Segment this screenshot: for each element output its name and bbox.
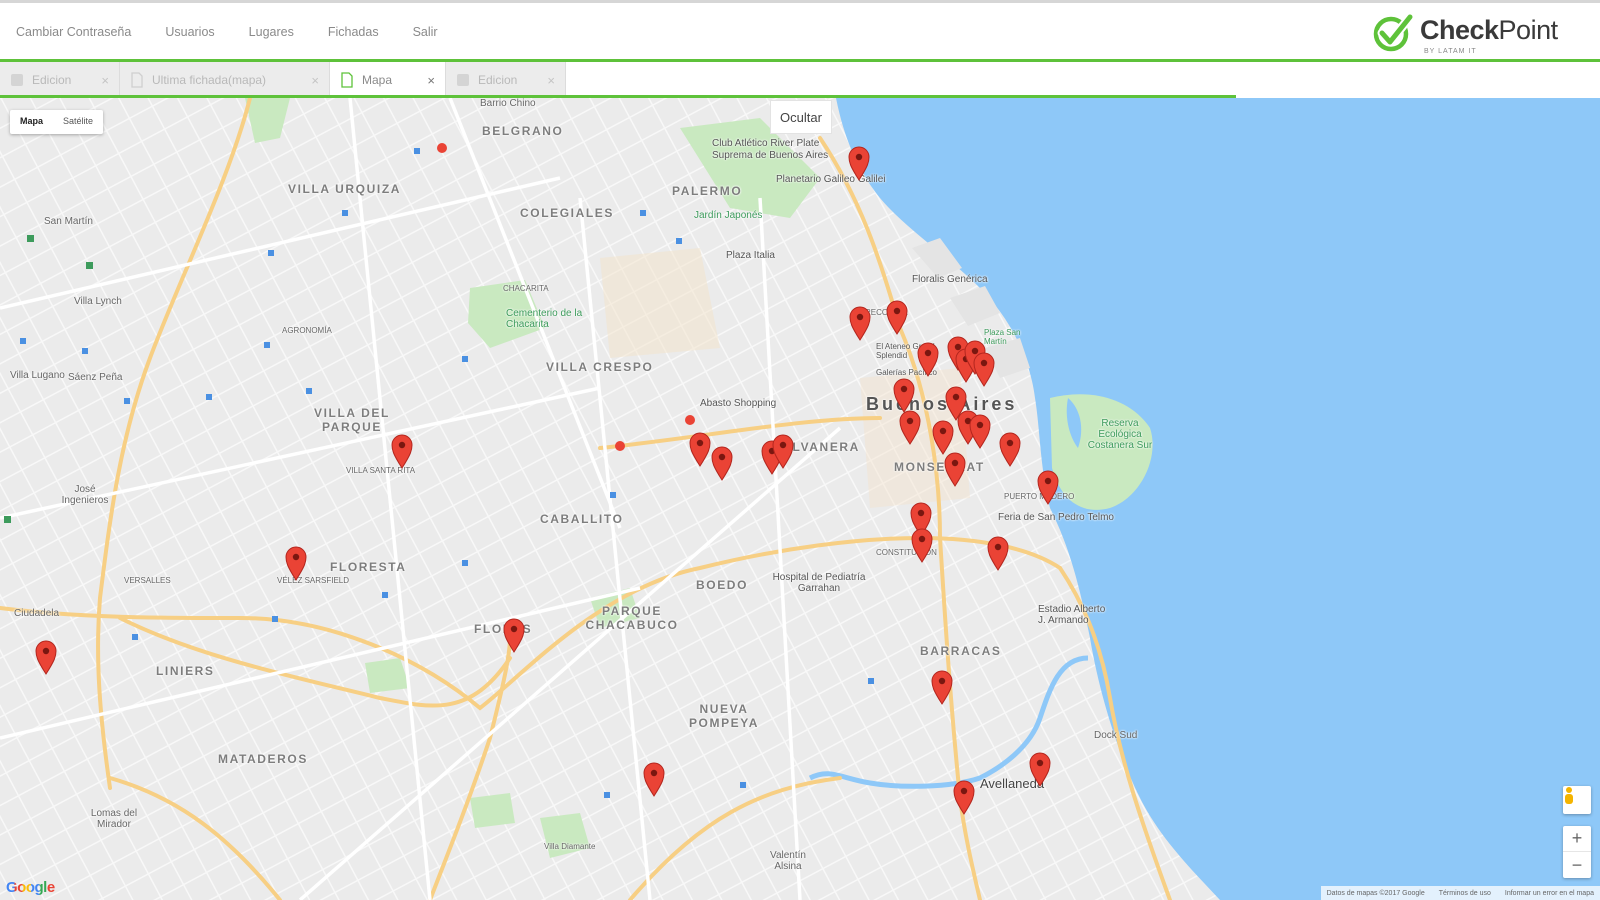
map-canvas[interactable]: Barrio Chino BELGRANO VILLA URQUIZA COLE… (0, 98, 1600, 900)
map-marker-pin (931, 670, 953, 705)
tab-mapa[interactable]: Mapa × (330, 62, 446, 98)
map-type-satellite-button[interactable]: Satélite (53, 110, 103, 134)
hide-button[interactable]: Ocultar (770, 100, 832, 134)
tab-edicion-2[interactable]: Edicion × (446, 62, 566, 98)
google-logo: Google (6, 879, 55, 896)
tab-edicion-1[interactable]: Edicion × (0, 62, 120, 98)
pencil-icon (457, 74, 469, 86)
map-marker-pin (886, 300, 908, 335)
map-type-map-button[interactable]: Mapa (10, 110, 53, 134)
tab-label: Edicion (478, 73, 518, 87)
brand-name: CheckPoint (1420, 15, 1558, 45)
tab-bar: Edicion × Ultima fichada(mapa) × Mapa × … (0, 62, 1600, 98)
main-nav: Cambiar Contraseña Usuarios Lugares Fich… (16, 25, 438, 39)
tab-close-icon[interactable]: × (413, 73, 435, 88)
map-data-credit: Datos de mapas ©2017 Google (1326, 889, 1425, 897)
tab-label: Ultima fichada(mapa) (152, 73, 267, 87)
tab-label: Mapa (362, 73, 393, 87)
brand-tagline: BY LATAM IT (1424, 48, 1477, 55)
document-icon (131, 72, 143, 88)
map-marker-pin (285, 546, 307, 581)
map-marker-pin (849, 306, 871, 341)
nav-places[interactable]: Lugares (249, 25, 294, 39)
nav-logout[interactable]: Salir (413, 25, 438, 39)
zoom-control: + − (1563, 826, 1591, 878)
map-marker-pin (917, 342, 939, 377)
map-marker-pin (911, 528, 933, 563)
tab-last-checkin-map[interactable]: Ultima fichada(mapa) × (120, 62, 330, 98)
map-marker-pin (711, 446, 733, 481)
nav-change-password[interactable]: Cambiar Contraseña (16, 25, 131, 39)
street-view-pegman-icon[interactable] (1563, 786, 1591, 814)
map-marker-pin (643, 762, 665, 797)
top-bar: Cambiar Contraseña Usuarios Lugares Fich… (0, 0, 1600, 62)
nav-checkins[interactable]: Fichadas (328, 25, 379, 39)
map-marker-pin (35, 640, 57, 675)
tab-label: Edicion (32, 73, 72, 87)
map-marker-pin (973, 352, 995, 387)
checkin-markers (35, 146, 1059, 815)
map-marker-pin (932, 420, 954, 455)
map-marker-pin (689, 432, 711, 467)
map-marker-pin (391, 434, 413, 469)
map-marker-pin (953, 780, 975, 815)
map-marker-pin (999, 432, 1021, 467)
tab-close-icon[interactable]: × (297, 73, 319, 88)
nav-users[interactable]: Usuarios (165, 25, 214, 39)
map-type-control: Mapa Satélite (10, 110, 104, 134)
map-marker-pin (899, 410, 921, 445)
document-icon (341, 72, 353, 88)
pencil-icon (11, 74, 23, 86)
map-marker-pin (969, 414, 991, 449)
map-attribution: Datos de mapas ©2017 Google Términos de … (1320, 886, 1600, 900)
zoom-in-button[interactable]: + (1563, 826, 1591, 852)
report-error-link[interactable]: Informar un error en el mapa (1505, 890, 1594, 897)
map-marker-pin (1029, 752, 1051, 787)
tab-close-icon[interactable]: × (87, 73, 109, 88)
map-marker-pin (893, 378, 915, 413)
map-marker-pin (944, 452, 966, 487)
map-marker-pin (503, 618, 525, 653)
map-marker-pin (987, 536, 1009, 571)
tab-close-icon[interactable]: × (533, 73, 555, 88)
terms-link[interactable]: Términos de uso (1439, 890, 1491, 897)
zoom-out-button[interactable]: − (1563, 852, 1591, 878)
map-marker-pin (1037, 470, 1059, 505)
brand-logo: CheckPoint BY LATAM IT (1372, 11, 1572, 57)
map-marker-pin (848, 146, 870, 181)
checkmark-logo-icon (1373, 12, 1414, 52)
